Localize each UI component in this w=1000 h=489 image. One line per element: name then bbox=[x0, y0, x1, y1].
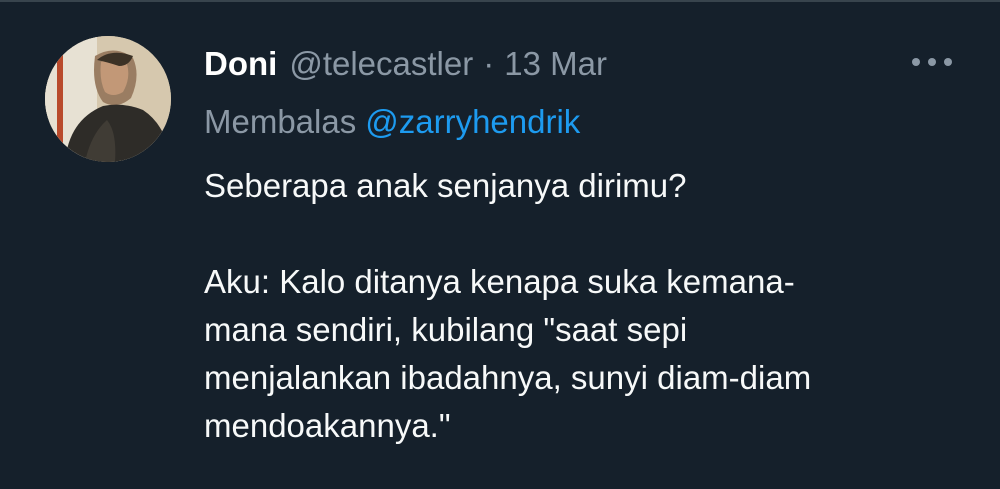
reply-to-handle[interactable]: @zarryhendrik bbox=[365, 103, 580, 141]
tweet-header: Doni @telecastler · 13 Mar bbox=[204, 42, 607, 86]
tweet-text-line: Seberapa anak senjanya dirimu? bbox=[204, 167, 687, 204]
more-dot bbox=[928, 58, 936, 66]
more-dot bbox=[944, 58, 952, 66]
tweet-text-line: mendoakannya." bbox=[204, 407, 451, 444]
tweet-date[interactable]: 13 Mar bbox=[504, 45, 607, 83]
tweet-text: Seberapa anak senjanya dirimu? Aku: Kalo… bbox=[204, 162, 984, 450]
more-horizontal-icon[interactable] bbox=[912, 52, 952, 72]
tweet-text-line: menjalankan ibadahnya, sunyi diam-diam bbox=[204, 359, 812, 396]
reply-context: Membalas @zarryhendrik bbox=[204, 100, 580, 144]
more-dot bbox=[912, 58, 920, 66]
author-handle[interactable]: @telecastler bbox=[289, 45, 473, 83]
avatar[interactable] bbox=[45, 36, 171, 162]
avatar-image bbox=[45, 36, 171, 162]
separator-dot: · bbox=[483, 45, 495, 82]
tweet-text-line: mana sendiri, kubilang "saat sepi bbox=[204, 311, 688, 348]
author-name[interactable]: Doni bbox=[204, 45, 277, 83]
reply-prefix: Membalas bbox=[204, 103, 357, 140]
top-divider bbox=[0, 0, 1000, 2]
tweet-card[interactable]: Doni @telecastler · 13 Mar Membalas @zar… bbox=[0, 0, 1000, 489]
tweet-text-line: Aku: Kalo ditanya kenapa suka kemana- bbox=[204, 263, 795, 300]
